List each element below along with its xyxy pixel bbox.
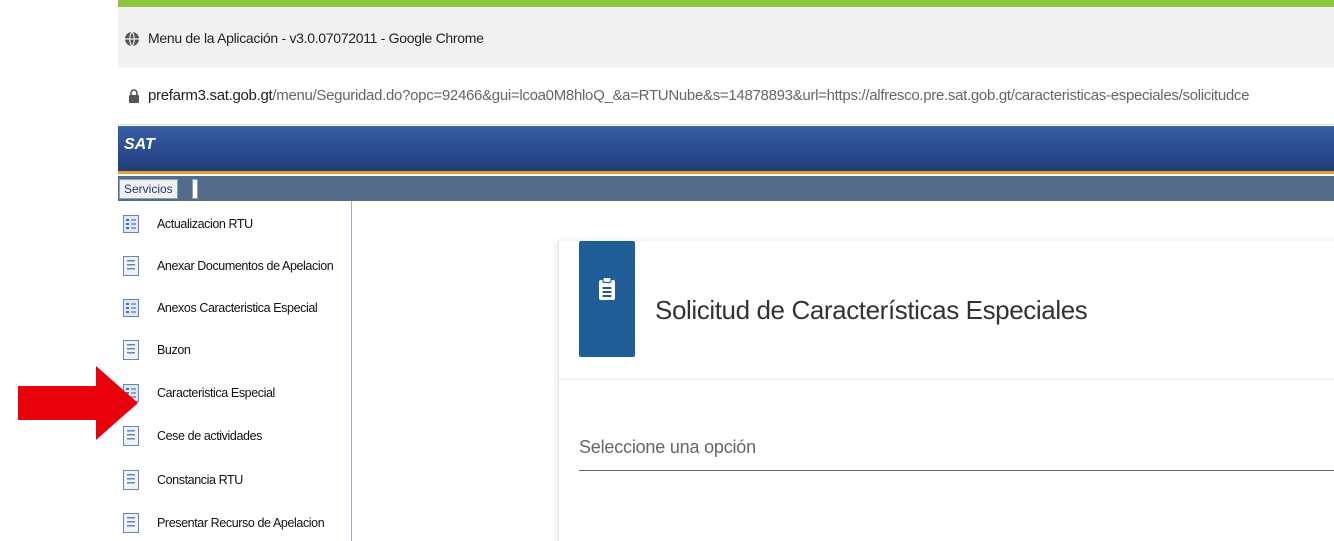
menu-item-actualizacion-rtu[interactable]: Actualizacion RTU bbox=[118, 207, 352, 241]
url-path: /menu/Seguridad.do?opc=92466&gui=lcoa0M8… bbox=[272, 87, 1250, 104]
doc-icon bbox=[123, 256, 139, 276]
select-placeholder: Seleccione una opción bbox=[579, 437, 756, 457]
menu-bar: Servicios bbox=[118, 176, 1334, 201]
page-title: Solicitud de Características Especiales bbox=[655, 295, 1088, 325]
menu-tab-separator bbox=[192, 179, 198, 199]
menu-item-label: Actualizacion RTU bbox=[157, 217, 253, 231]
lock-icon bbox=[129, 89, 139, 103]
chrome-window: Menu de la Aplicación - v3.0.07072011 - … bbox=[118, 0, 1334, 541]
menu-item-constancia-rtu[interactable]: Constancia RTU bbox=[118, 463, 352, 497]
menu-item-presentar-recurso-apelacion[interactable]: Presentar Recurso de Apelacion bbox=[118, 506, 352, 540]
url-host: prefarm3.sat.gob.gt bbox=[148, 87, 273, 104]
menu-tab-servicios[interactable]: Servicios bbox=[119, 179, 178, 199]
window-title: Menu de la Aplicación - v3.0.07072011 - … bbox=[148, 30, 484, 46]
menu-item-label: Anexos Caracteristica Especial bbox=[157, 301, 318, 315]
page-margin bbox=[0, 0, 118, 541]
services-dropdown-menu: Actualizacion RTU Anexar Documentos de A… bbox=[118, 201, 352, 541]
menu-item-caracteristica-especial[interactable]: Caracteristica Especial bbox=[118, 376, 352, 410]
sat-logo: SAT bbox=[124, 136, 155, 153]
main-content: Solicitud de Características Especiales … bbox=[353, 201, 1334, 541]
menu-item-anexar-documentos-apelacion[interactable]: Anexar Documentos de Apelacion bbox=[118, 249, 352, 283]
card-divider bbox=[559, 379, 1334, 380]
window-top-border bbox=[118, 0, 1334, 7]
window-titlebar: Menu de la Aplicación - v3.0.07072011 - … bbox=[118, 7, 1334, 67]
menu-item-label: Anexar Documentos de Apelacion bbox=[157, 259, 334, 273]
menu-item-label: Cese de actividades bbox=[157, 429, 262, 443]
solicitud-card: Solicitud de Características Especiales … bbox=[558, 241, 1334, 541]
menu-item-anexos-caracteristica-especial[interactable]: Anexos Caracteristica Especial bbox=[118, 291, 352, 325]
address-bar[interactable]: prefarm3.sat.gob.gt/menu/Seguridad.do?op… bbox=[118, 67, 1334, 125]
chrome-globe-icon bbox=[125, 31, 139, 47]
list-doc-icon bbox=[123, 215, 139, 233]
red-annotation-arrow-icon bbox=[18, 366, 138, 440]
url-text[interactable]: prefarm3.sat.gob.gt/menu/Seguridad.do?op… bbox=[148, 87, 1249, 104]
doc-icon bbox=[123, 513, 139, 533]
menu-item-buzon[interactable]: Buzon bbox=[118, 333, 352, 367]
sat-header: SAT bbox=[118, 126, 1334, 174]
menu-item-label: Presentar Recurso de Apelacion bbox=[157, 516, 325, 530]
list-doc-icon bbox=[123, 299, 139, 317]
menu-item-label: Caracteristica Especial bbox=[157, 386, 275, 400]
option-select[interactable]: Seleccione una opción bbox=[579, 431, 1334, 471]
clipboard-icon bbox=[599, 277, 615, 300]
menu-item-label: Constancia RTU bbox=[157, 473, 243, 487]
menu-item-cese-de-actividades[interactable]: Cese de actividades bbox=[118, 419, 352, 453]
menu-item-label: Buzon bbox=[157, 343, 191, 357]
doc-icon bbox=[123, 470, 139, 490]
doc-icon bbox=[123, 340, 139, 360]
card-icon-box bbox=[579, 241, 635, 357]
